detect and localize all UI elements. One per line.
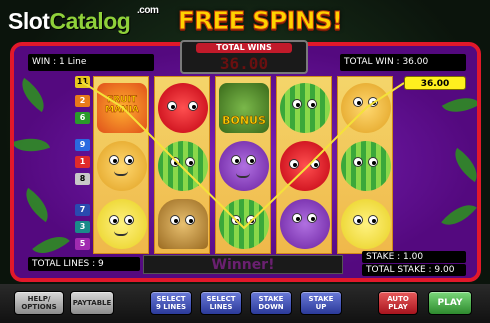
winner-message: Winner! [211,257,275,273]
free-spins-title: FREE SPINS! [177,6,343,36]
eye-icon [170,215,180,225]
line-marker[interactable]: 6 [75,112,90,124]
eye-icon [310,159,320,169]
auto-play-button[interactable]: AUTO PLAY [378,291,418,315]
eye-icon [307,99,317,109]
eye-icon [246,215,256,225]
total-lines-display: TOTAL LINES : 9 [28,257,140,271]
orange-symbol [341,83,391,133]
reel-4 [276,76,332,254]
eye-icon [185,157,195,167]
bonus-symbol: BONUS [219,83,269,133]
orange-symbol [97,141,147,191]
eye-icon [353,97,363,107]
eye-icon [124,215,134,225]
total-stake-display: TOTAL STAKE : 9.00 [362,264,466,276]
select-lines-button[interactable]: SELECT LINES [200,291,242,315]
eye-icon [246,155,256,165]
eye-icon [368,157,378,167]
paytable-button[interactable]: PAYTABLE [70,291,114,315]
eye-icon [353,157,363,167]
stake-down-button[interactable]: STAKE DOWN [250,291,292,315]
plum-symbol [280,199,330,249]
mania-text: MANIA [105,105,139,115]
eye-icon [231,215,241,225]
stake-display: STAKE : 1.00 [362,251,466,263]
total-wins-label: TOTAL WINS [196,43,292,53]
line-marker[interactable]: 5 [75,238,90,250]
eye-icon [292,99,302,109]
line-marker[interactable]: 1 [75,156,90,168]
fruit-text: FRUIT [107,95,137,105]
line-marker[interactable]: 2 [75,95,90,107]
reel-2 [154,76,210,254]
eye-icon [292,213,302,223]
logo-part1: Slot [8,8,50,34]
watermark-logo: SlotCatalog .com [8,5,159,35]
game-screen: SlotCatalog .com FREE SPINS! WIN : 1 Lin… [0,0,490,323]
reel-5 [337,76,393,254]
eye-icon [353,215,363,225]
fruit-mania-text: FRUIT MANIA [97,95,147,115]
eye-icon [170,157,180,167]
win-line-display: WIN : 1 Line [28,54,154,71]
help-options-button[interactable]: HELP/ OPTIONS [14,291,64,315]
line-marker[interactable]: 9 [75,139,90,151]
logo-suffix: .com [137,5,159,16]
line-marker[interactable]: 8 [75,173,90,185]
logo-part2: Catalog [49,8,131,34]
bonus-text: BONUS [222,114,266,128]
eye-icon [231,155,241,165]
mouth-icon [236,173,250,178]
total-win-display: TOTAL WIN : 36.00 [340,54,466,71]
eye-icon [109,155,119,165]
line-marker[interactable]: 3 [75,221,90,233]
reel-1: FRUIT MANIA [93,76,149,254]
watermelon-symbol [158,141,208,191]
cherry-symbol [158,83,208,133]
eye-icon [289,159,299,169]
eye-icon [307,213,317,223]
watermelon-symbol [219,199,269,249]
total-wins-value: 36.00 [219,54,269,73]
reel-area: FRUIT MANIA BONUS [93,76,393,254]
eye-icon [167,101,177,111]
win-amount-tag: 36.00 [404,76,466,90]
reel-3: BONUS [215,76,271,254]
lemon-symbol [341,199,391,249]
watermelon-symbol [280,83,330,133]
eye-icon [185,215,195,225]
fruit-mania-symbol: FRUIT MANIA [97,83,147,133]
watermelon-symbol [341,141,391,191]
eye-icon [188,101,198,111]
eye-icon [109,215,119,225]
eye-icon [368,215,378,225]
eye-icon [124,155,134,165]
golden-bell-symbol [158,199,208,249]
cherry-symbol [280,141,330,191]
mouth-icon [114,171,128,176]
stake-up-button[interactable]: STAKE UP [300,291,342,315]
line-marker[interactable]: 7 [75,204,90,216]
line-marker[interactable]: 11 [75,76,90,88]
message-box: Winner! [143,255,343,274]
eye-icon [368,97,378,107]
lemon-symbol [97,199,147,249]
total-wins-meter: TOTAL WINS 36.00 [180,40,308,74]
play-button[interactable]: PLAY [428,291,472,315]
select-9-lines-button[interactable]: SELECT 9 LINES [150,291,192,315]
plum-symbol [219,141,269,191]
mouth-icon [114,231,128,236]
